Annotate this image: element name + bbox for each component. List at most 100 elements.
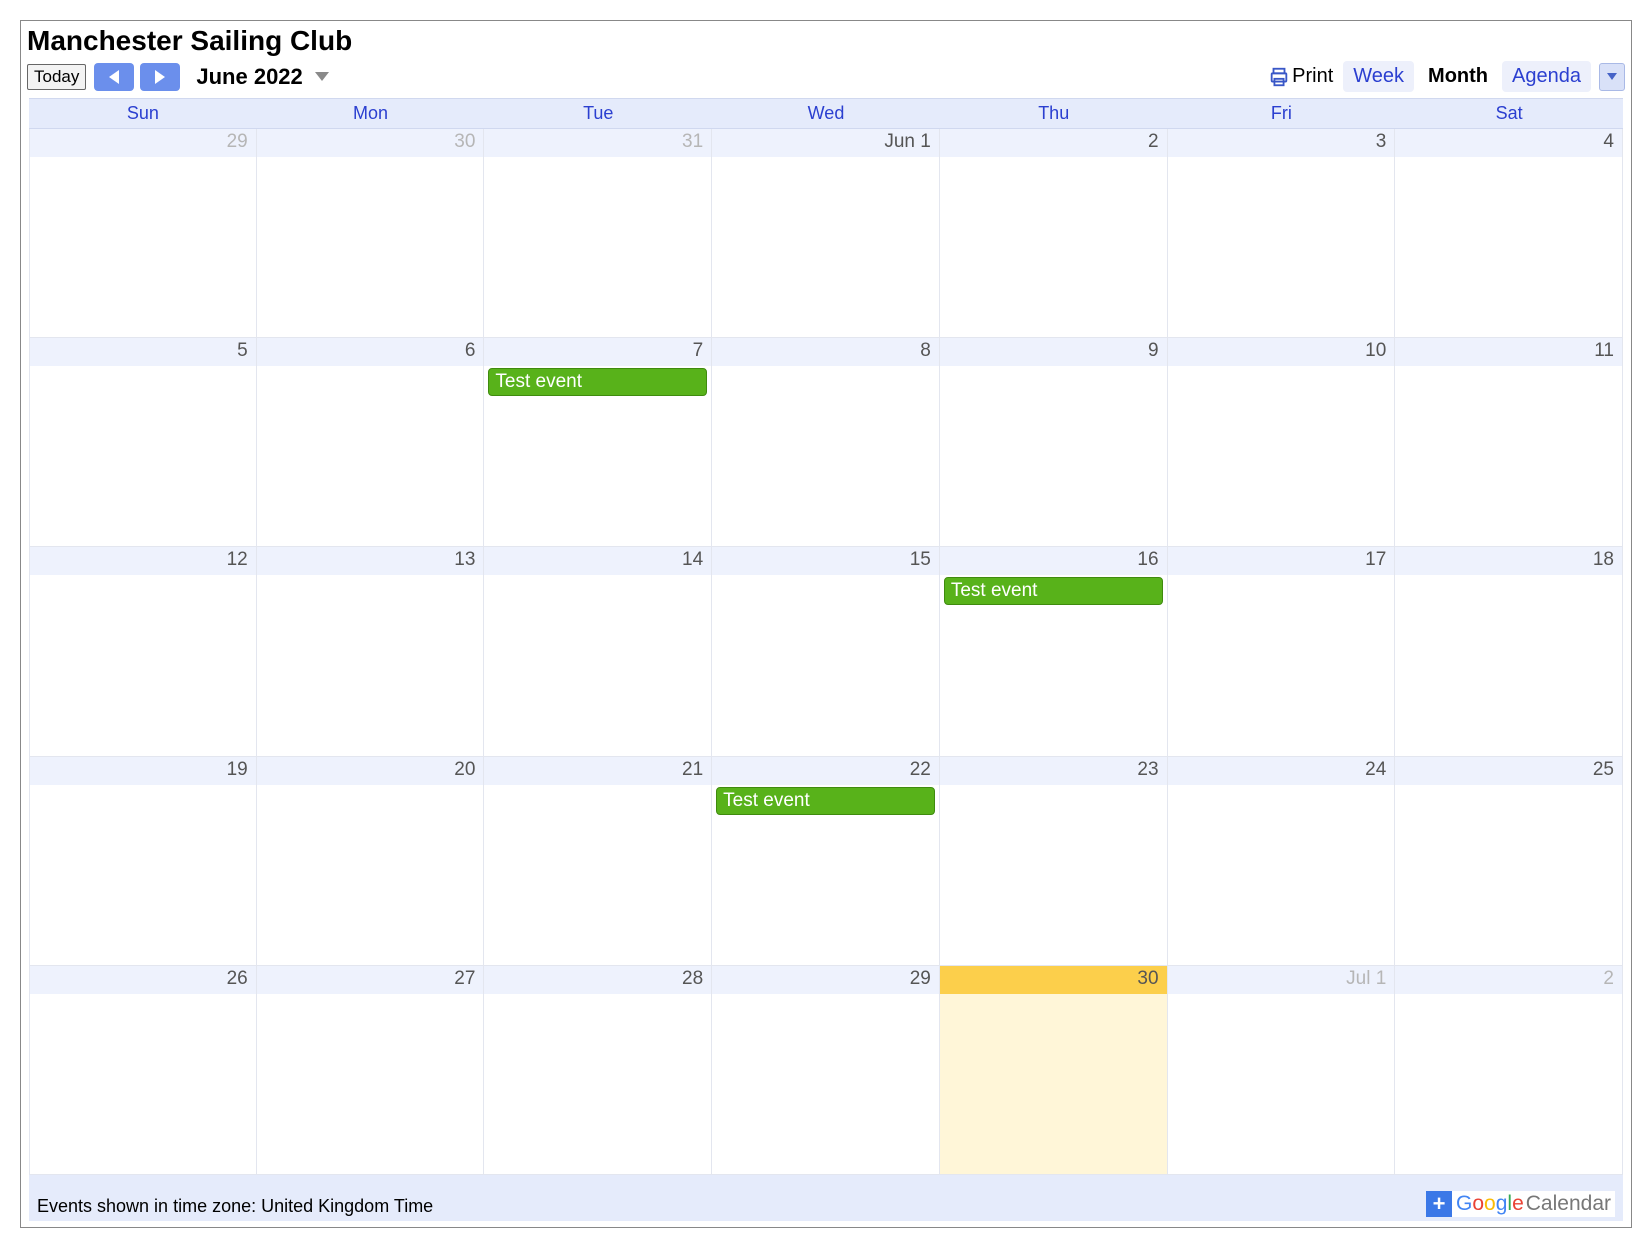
date-label: 12 [30,547,256,575]
day-cell[interactable]: 2 [940,129,1168,338]
date-label: 10 [1168,338,1395,366]
date-label: 2 [1395,966,1622,994]
month-grid: 293031Jun 1234567Test event8910111213141… [29,129,1623,1175]
day-cell[interactable]: 15 [712,547,940,756]
dow-sat: Sat [1395,99,1623,128]
day-cell[interactable]: 13 [257,547,485,756]
date-label: 30 [940,966,1167,994]
date-label: 29 [712,966,939,994]
day-cell[interactable]: 27 [257,966,485,1175]
day-cell[interactable]: 18 [1395,547,1623,756]
print-label: Print [1292,65,1333,88]
toolbar: Today June 2022 Print Week Month Agenda [21,61,1631,98]
day-cell[interactable]: 22Test event [712,757,940,966]
event-chip[interactable]: Test event [716,787,935,815]
tab-agenda[interactable]: Agenda [1502,61,1591,92]
printer-icon [1268,66,1290,88]
date-label: 6 [257,338,484,366]
day-cell[interactable]: 6 [257,338,485,547]
dropdown-icon [1607,73,1617,80]
dow-wed: Wed [712,99,940,128]
date-label: 8 [712,338,939,366]
dow-mon: Mon [257,99,485,128]
date-label: 30 [257,129,484,157]
day-cell[interactable]: 17 [1168,547,1396,756]
day-cell[interactable]: 2 [1395,966,1623,1175]
day-cell[interactable]: 20 [257,757,485,966]
day-cell[interactable]: 16Test event [940,547,1168,756]
day-cell[interactable]: 29 [712,966,940,1175]
day-cell[interactable]: Jun 1 [712,129,940,338]
day-cell[interactable]: 4 [1395,129,1623,338]
date-label: 7 [484,338,711,366]
date-label: 22 [712,757,939,785]
date-label: 3 [1168,129,1395,157]
date-label: 4 [1395,129,1622,157]
google-calendar-link[interactable]: + Google Calendar [1426,1191,1615,1217]
date-label: 15 [712,547,939,575]
day-cell[interactable]: 11 [1395,338,1623,547]
plus-icon: + [1426,1191,1452,1217]
date-label: 24 [1168,757,1395,785]
day-cell[interactable]: 7Test event [484,338,712,547]
day-cell[interactable]: 31 [484,129,712,338]
dow-thu: Thu [940,99,1168,128]
day-cell[interactable]: 5 [29,338,257,547]
prev-button[interactable] [94,63,134,91]
calendar-menu-button[interactable] [1599,63,1625,91]
chevron-left-icon [108,70,120,84]
tab-week[interactable]: Week [1343,61,1414,92]
dow-fri: Fri [1168,99,1396,128]
date-label: Jul 1 [1168,966,1395,994]
day-cell[interactable]: 28 [484,966,712,1175]
today-button[interactable]: Today [27,64,86,90]
toolbar-right: Print Week Month Agenda [1268,61,1625,92]
date-label: 2 [940,129,1167,157]
print-button[interactable]: Print [1268,65,1333,88]
next-button[interactable] [140,63,180,91]
day-cell[interactable]: 30 [940,966,1168,1175]
date-label: 9 [940,338,1167,366]
day-cell[interactable]: 8 [712,338,940,547]
day-cell[interactable]: 10 [1168,338,1396,547]
chevron-right-icon [154,70,166,84]
date-label: 18 [1395,547,1622,575]
day-cell[interactable]: 24 [1168,757,1396,966]
calendar-text: Calendar [1526,1192,1611,1216]
day-cell[interactable]: 25 [1395,757,1623,966]
dow-tue: Tue [484,99,712,128]
day-cell[interactable]: 23 [940,757,1168,966]
day-cell[interactable]: 19 [29,757,257,966]
date-label: 27 [257,966,484,994]
date-label: 13 [257,547,484,575]
event-chip[interactable]: Test event [488,368,707,396]
date-label: 29 [30,129,256,157]
day-cell[interactable]: 26 [29,966,257,1175]
day-cell[interactable]: 21 [484,757,712,966]
footer: Events shown in time zone: United Kingdo… [29,1175,1623,1221]
month-picker[interactable]: June 2022 [196,64,328,90]
day-cell[interactable]: Jul 1 [1168,966,1396,1175]
calendar-title: Manchester Sailing Club [21,21,1631,61]
date-label: 26 [30,966,256,994]
month-label-text: June 2022 [196,64,302,90]
tab-month[interactable]: Month [1418,61,1498,92]
date-label: 17 [1168,547,1395,575]
day-cell[interactable]: 30 [257,129,485,338]
day-cell[interactable]: 14 [484,547,712,756]
event-chip[interactable]: Test event [944,577,1163,605]
dow-sun: Sun [29,99,257,128]
day-cell[interactable]: 3 [1168,129,1396,338]
date-label: 20 [257,757,484,785]
day-cell[interactable]: 29 [29,129,257,338]
day-cell[interactable]: 12 [29,547,257,756]
day-cell[interactable]: 9 [940,338,1168,547]
google-logo-text: Google [1456,1192,1524,1216]
day-of-week-header: SunMonTueWedThuFriSat [29,98,1623,129]
date-label: 28 [484,966,711,994]
date-label: 19 [30,757,256,785]
date-label: 31 [484,129,711,157]
date-label: 21 [484,757,711,785]
date-label: Jun 1 [712,129,939,157]
date-label: 16 [940,547,1167,575]
